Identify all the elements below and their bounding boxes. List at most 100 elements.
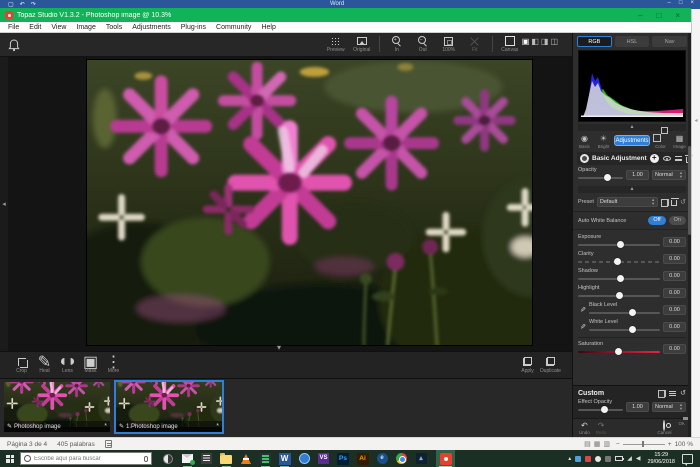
preview-button[interactable]: Preview: [324, 36, 348, 53]
taskbar-search[interactable]: [20, 452, 152, 465]
awb-on-button[interactable]: On: [669, 216, 686, 225]
word-minimize-icon[interactable]: –: [668, 0, 671, 6]
menu-image[interactable]: Image: [71, 24, 100, 31]
read-mode-icon[interactable]: ▤: [584, 440, 591, 448]
color-category-button[interactable]: Color: [652, 134, 669, 149]
basic-category-button[interactable]: ◉ Basic: [576, 134, 593, 149]
white-level-value[interactable]: 0.00: [663, 322, 686, 332]
adjustments-button[interactable]: Adjustments: [614, 135, 650, 146]
opacity-value[interactable]: 1.00: [626, 170, 649, 180]
mail-app-button[interactable]: [181, 452, 194, 465]
proofing-icon[interactable]: [105, 440, 112, 448]
exposure-slider[interactable]: [578, 240, 660, 249]
awb-off-button[interactable]: Off: [648, 216, 665, 225]
clarity-slider[interactable]: [578, 257, 660, 266]
view-single-icon[interactable]: ▣: [522, 37, 530, 46]
maximize-button[interactable]: □: [656, 11, 661, 20]
menu-help[interactable]: Help: [256, 24, 280, 31]
print-layout-icon[interactable]: ▦: [594, 440, 601, 448]
onedrive-icon[interactable]: [595, 456, 601, 462]
chrome-button[interactable]: [395, 452, 408, 465]
photos-app-button[interactable]: ▴: [415, 452, 428, 465]
network-icon[interactable]: ◢: [627, 455, 632, 463]
menu-community[interactable]: Community: [211, 24, 256, 31]
heal-tool-button[interactable]: ✎ Heal: [33, 357, 56, 374]
copy-effect-icon[interactable]: [658, 390, 665, 397]
left-panel-collapse-strip[interactable]: ◂: [0, 57, 8, 351]
crop-tool-button[interactable]: Crop: [10, 357, 33, 374]
menu-plugins[interactable]: Plug-ins: [176, 24, 211, 31]
redo-button[interactable]: ↷ Redo: [596, 421, 607, 435]
search-input[interactable]: [34, 456, 141, 462]
black-level-value[interactable]: 0.00: [663, 305, 686, 315]
word-close-icon[interactable]: ×: [690, 0, 694, 6]
visibility-eye-icon[interactable]: [663, 156, 671, 161]
web-layout-icon[interactable]: ▥: [603, 440, 610, 448]
zoom-slider[interactable]: [623, 444, 665, 445]
file-explorer-button[interactable]: [220, 452, 233, 465]
volume-icon[interactable]: ◀: [636, 455, 641, 463]
illustrator-button[interactable]: Ai: [356, 452, 369, 465]
word-app-button[interactable]: W: [278, 452, 291, 465]
clarity-value[interactable]: 0.00: [663, 254, 686, 264]
panel-scrollbar[interactable]: [688, 33, 691, 437]
redo-icon[interactable]: ↷: [31, 2, 36, 8]
filmstrip-thumbnail-selected[interactable]: ✎ 1.Photoshop image *: [116, 382, 222, 432]
preset-dropdown[interactable]: Default ▲▼: [597, 197, 658, 207]
tab-hsl[interactable]: HSL: [615, 36, 650, 47]
battery-icon[interactable]: [615, 456, 623, 461]
effect-opacity-slider[interactable]: [578, 405, 623, 414]
minimize-button[interactable]: –: [638, 11, 642, 20]
adjustment-collapse-button[interactable]: ▴: [578, 186, 686, 193]
tray-app-icon[interactable]: [575, 456, 581, 462]
tab-nav[interactable]: Nav: [652, 36, 687, 47]
undo-button[interactable]: ↶ Undo: [579, 421, 590, 435]
gear-icon[interactable]: *: [104, 423, 107, 430]
gear-icon[interactable]: *: [216, 423, 219, 430]
microphone-icon[interactable]: [144, 456, 148, 462]
view-split-left-icon[interactable]: ◧: [531, 37, 539, 46]
sheets-app-button[interactable]: [259, 452, 272, 465]
custom-menu-icon[interactable]: [669, 391, 676, 396]
image-category-button[interactable]: ▦ Image: [671, 134, 688, 149]
action-center-icon[interactable]: [682, 454, 693, 464]
word-quick-access-toolbar[interactable]: ▢ ↶ ↷: [8, 2, 36, 8]
cancel-button[interactable]: Cancel: [657, 421, 671, 435]
shadow-value[interactable]: 0.00: [663, 271, 686, 281]
blend-mode-dropdown[interactable]: Normal ▲▼: [652, 170, 686, 180]
saturation-slider[interactable]: [578, 347, 660, 356]
zoom-in-button[interactable]: + In: [385, 36, 409, 53]
canvas-collapse-arrow-icon[interactable]: ▾: [277, 344, 281, 351]
delete-preset-icon[interactable]: [671, 200, 677, 206]
reset-icon[interactable]: ↺: [680, 198, 686, 206]
shadow-slider[interactable]: [578, 274, 660, 283]
topaz-studio-taskbar-button[interactable]: [436, 450, 455, 467]
effect-opacity-value[interactable]: 1.00: [626, 402, 649, 412]
tab-rgb[interactable]: RGB: [577, 36, 612, 47]
menu-tools[interactable]: Tools: [101, 24, 127, 31]
eyedropper-icon[interactable]: ✎: [578, 323, 586, 331]
fit-button[interactable]: Fit: [463, 36, 487, 53]
add-adjustment-icon[interactable]: +: [650, 154, 659, 163]
exposure-value[interactable]: 0.00: [663, 237, 686, 247]
bright-category-button[interactable]: ☀ Bright: [595, 134, 612, 149]
zoom-out-minus-icon[interactable]: −: [616, 441, 620, 448]
menu-adjustments[interactable]: Adjustments: [127, 24, 176, 31]
blue-app-button[interactable]: e: [376, 452, 389, 465]
zoom-percentage[interactable]: 100 %: [675, 441, 693, 448]
black-level-slider[interactable]: [589, 308, 660, 317]
undo-icon[interactable]: ↶: [20, 2, 25, 8]
view-side-by-side-icon[interactable]: ◫: [550, 37, 558, 46]
menu-icon[interactable]: [675, 156, 682, 161]
tray-app-icon[interactable]: [605, 456, 611, 462]
show-hidden-icons-button[interactable]: ▴: [568, 455, 571, 463]
zoom-in-plus-icon[interactable]: +: [668, 441, 672, 448]
opacity-slider[interactable]: [578, 173, 623, 182]
start-button[interactable]: [0, 450, 20, 467]
close-button[interactable]: ×: [675, 11, 680, 20]
task-view-button[interactable]: [161, 452, 174, 465]
original-button[interactable]: Original: [350, 36, 374, 53]
defender-button[interactable]: [298, 452, 311, 465]
vlc-button[interactable]: [239, 452, 252, 465]
canvas-button[interactable]: Canvas: [498, 36, 522, 53]
